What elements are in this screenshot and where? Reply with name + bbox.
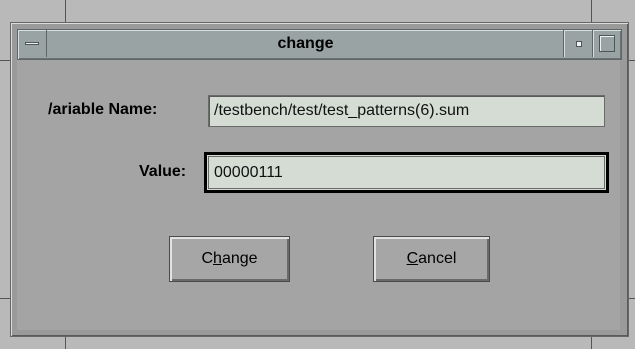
- window-menu-button[interactable]: [18, 30, 47, 57]
- change-button-label-start: C: [201, 250, 214, 267]
- maximize-icon: [599, 35, 615, 52]
- window-menu-icon: [25, 42, 39, 45]
- frame-notch: [65, 0, 66, 22]
- value-label: Value:: [139, 163, 187, 180]
- change-button-mnemonic: h: [213, 250, 222, 267]
- cancel-button[interactable]: Cancel: [373, 236, 490, 282]
- cancel-button-label-end: ancel: [418, 250, 457, 267]
- frame-notch: [65, 335, 66, 349]
- frame-notch: [0, 298, 10, 299]
- title-bar[interactable]: change: [17, 29, 622, 60]
- dialog-content: /ariable Name: /testbench/test/test_patt…: [17, 60, 620, 330]
- frame-notch: [591, 335, 592, 349]
- value-field[interactable]: 00000111: [204, 152, 609, 193]
- cancel-button-mnemonic: C: [406, 250, 419, 267]
- change-button[interactable]: Change: [169, 236, 290, 282]
- frame-notch: [0, 60, 10, 61]
- variable-name-field[interactable]: /testbench/test/test_patterns(6).sum: [208, 95, 605, 127]
- change-button-label-end: ange: [221, 250, 258, 267]
- window-title: change: [277, 35, 334, 52]
- value-field-text[interactable]: 00000111: [208, 156, 605, 189]
- frame-notch: [591, 0, 592, 22]
- minimize-button[interactable]: [563, 30, 592, 57]
- variable-name-label: /ariable Name:: [48, 101, 158, 118]
- minimize-icon: [576, 41, 582, 47]
- maximize-button[interactable]: [592, 30, 621, 57]
